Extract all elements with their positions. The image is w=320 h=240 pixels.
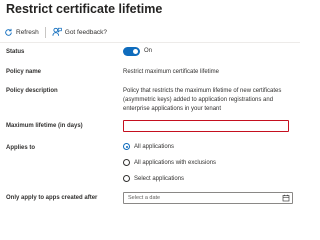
status-label: Status [6, 49, 25, 55]
applies-to-label: Applies to [6, 145, 36, 151]
radio-all-applications[interactable]: All applications [123, 143, 174, 150]
maximum-lifetime-input[interactable] [123, 120, 289, 132]
radio-selected-indicator [123, 143, 130, 150]
date-picker-input[interactable]: Select a date [123, 192, 293, 204]
radio-select-applications[interactable]: Select applications [123, 175, 184, 182]
policy-description-value: Policy that restricts the maximum lifeti… [123, 88, 282, 112]
status-toggle[interactable] [123, 47, 140, 56]
refresh-button[interactable]: Refresh [4, 28, 39, 37]
radio-label: All applications with exclusions [134, 159, 217, 166]
page-title: Restrict certificate lifetime [6, 2, 163, 16]
radio-label: All applications [134, 143, 175, 150]
status-toggle-text: On [144, 48, 153, 54]
feedback-button[interactable]: Got feedback? [52, 27, 107, 37]
toolbar-divider [44, 26, 46, 38]
toggle-knob [133, 49, 138, 54]
calendar-icon[interactable] [282, 194, 290, 204]
policy-name-label: Policy name [6, 69, 42, 75]
policy-name-value: Restrict maximum certificate lifetime [123, 69, 220, 75]
refresh-icon [4, 28, 13, 37]
radio-indicator [123, 175, 130, 182]
maximum-lifetime-label: Maximum lifetime (in days) [6, 123, 83, 129]
command-bar: Refresh Got feedback? [4, 24, 107, 40]
policy-description-label: Policy description [6, 88, 58, 94]
date-placeholder: Select a date [128, 195, 161, 201]
refresh-label: Refresh [16, 28, 39, 36]
radio-indicator [123, 159, 130, 166]
only-apply-after-label: Only apply to apps created after [6, 195, 98, 201]
radio-label: Select applications [134, 175, 185, 182]
header-divider [0, 42, 300, 43]
feedback-label: Got feedback? [64, 28, 108, 36]
feedback-person-icon [52, 27, 62, 37]
radio-all-applications-with-exclusions[interactable]: All applications with exclusions [123, 159, 216, 166]
